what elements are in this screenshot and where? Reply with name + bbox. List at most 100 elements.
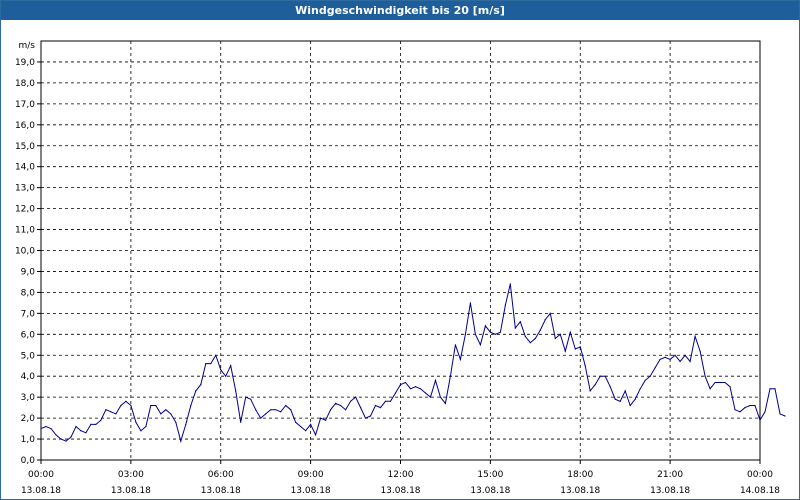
x-tick-date-label: 13.08.18 [111, 486, 151, 496]
data-point [379, 407, 382, 409]
data-point [534, 337, 536, 340]
y-tick-label: 15,0 [15, 142, 35, 152]
data-point [205, 363, 207, 365]
data-point [564, 350, 566, 352]
data-point [509, 283, 511, 285]
x-tick-time-label: 06:00 [208, 470, 234, 480]
x-tick-date-label: 13.08.18 [470, 486, 510, 496]
data-point [634, 398, 636, 400]
data-point [75, 425, 77, 428]
data-point [40, 428, 42, 430]
data-point [315, 434, 317, 436]
y-tick-label: 14,0 [15, 163, 35, 173]
data-point [125, 400, 127, 402]
grid-lines [41, 41, 760, 460]
data-point [739, 411, 741, 413]
x-tick-time-label: 15:00 [477, 470, 503, 480]
data-point [364, 417, 367, 419]
data-point [569, 331, 571, 333]
y-tick-label: 17,0 [15, 100, 35, 110]
data-point [444, 402, 446, 404]
data-point [100, 419, 102, 421]
data-point [659, 358, 661, 360]
data-point [305, 430, 307, 432]
data-point [290, 409, 292, 411]
data-point [769, 388, 771, 390]
data-point [679, 360, 681, 363]
data-point [689, 360, 691, 363]
data-point [190, 404, 192, 407]
data-point [584, 365, 586, 367]
data-point [724, 381, 726, 384]
data-point [55, 434, 57, 436]
data-point [70, 436, 72, 438]
data-point [360, 407, 362, 409]
data-point [320, 417, 322, 419]
data-point [544, 319, 546, 321]
data-point [664, 356, 666, 358]
y-axis-unit-label: m/s [19, 41, 36, 51]
data-point [195, 390, 197, 392]
x-tick-date-label: 13.08.18 [650, 486, 690, 496]
data-point [484, 325, 486, 327]
x-tick-time-label: 18:00 [567, 470, 593, 480]
data-point [474, 333, 476, 335]
data-point [704, 375, 706, 377]
data-point [434, 379, 437, 381]
data-point [285, 404, 287, 407]
data-point [554, 337, 556, 340]
y-tick-label: 16,0 [15, 121, 35, 131]
wind-speed-chart: 0,0 1,0 2,0 3,0 4,0 5,0 6,0 7,0 8,0 9,0 10,0 11,0 12… [15, 40, 786, 496]
y-tick-label: 5,0 [21, 351, 36, 361]
y-tick-label: 11,0 [15, 226, 35, 236]
y-tick-label: 3,0 [21, 393, 36, 403]
x-tick-time-label: 00:00 [28, 470, 54, 480]
data-point [429, 396, 432, 398]
data-point [90, 423, 92, 425]
data-point [559, 333, 561, 335]
data-point [260, 417, 262, 419]
data-point [629, 404, 631, 407]
data-point [325, 419, 327, 421]
data-point [459, 358, 461, 360]
data-point [150, 404, 152, 407]
data-point [340, 404, 342, 407]
data-point [160, 413, 162, 415]
data-point [130, 404, 132, 407]
data-point [295, 421, 297, 423]
x-tick-time-label: 09:00 [298, 470, 324, 480]
data-point [594, 384, 596, 386]
chart-window: Windgeschwindigkeit bis 20 [m/s] 0,0 1,0 2… [0, 0, 800, 500]
data-point [499, 331, 501, 333]
y-tick-label: 8,0 [21, 288, 36, 298]
data-point [729, 386, 731, 388]
data-point [165, 409, 167, 411]
data-point [200, 384, 202, 386]
data-point [245, 396, 247, 398]
data-point [709, 388, 711, 390]
data-point [95, 423, 97, 425]
y-tick-label: 13,0 [15, 184, 35, 194]
data-point [539, 329, 541, 331]
data-point [374, 404, 377, 407]
data-point [215, 354, 217, 356]
data-point [345, 409, 347, 411]
data-point [694, 335, 696, 337]
data-point [45, 425, 47, 428]
data-point [779, 413, 781, 415]
x-tick-date-label: 13.08.18 [380, 486, 420, 496]
data-point [240, 421, 242, 423]
data-point [85, 432, 87, 434]
data-point [50, 428, 52, 430]
data-point [574, 348, 576, 350]
data-point [310, 423, 312, 425]
data-point [145, 425, 147, 428]
data-point [469, 302, 471, 304]
data-point [185, 423, 187, 425]
data-point [609, 386, 611, 388]
data-point [140, 430, 142, 432]
y-tick-label: 2,0 [21, 414, 36, 424]
data-point [614, 398, 616, 400]
y-tick-label: 7,0 [21, 309, 36, 319]
data-point [464, 333, 466, 335]
